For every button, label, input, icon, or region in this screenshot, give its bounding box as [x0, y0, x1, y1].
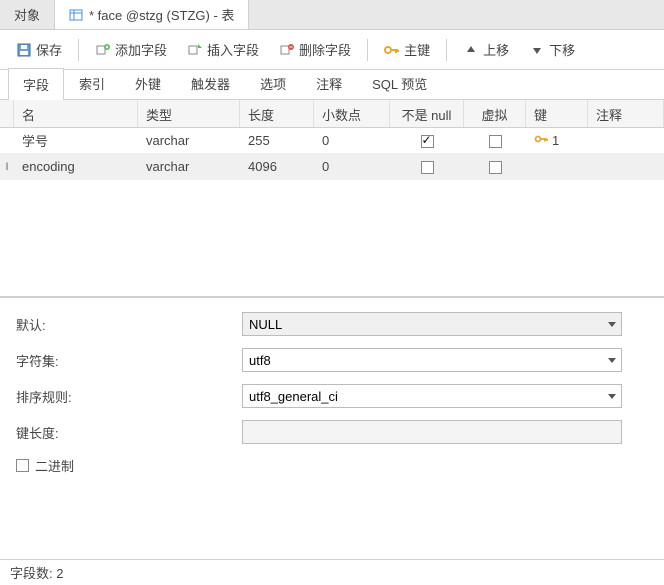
tab-fields[interactable]: 字段 — [8, 68, 64, 100]
binary-checkbox[interactable] — [16, 459, 29, 472]
insert-field-icon — [187, 42, 203, 58]
save-button[interactable]: 保存 — [8, 36, 70, 63]
window-tabs: 对象 * face @stzg (STZG) - 表 — [0, 0, 664, 30]
checkbox-icon — [421, 135, 434, 148]
key-icon — [534, 133, 550, 148]
table-row[interactable]: 学号 varchar 255 0 1 — [0, 128, 664, 154]
checkbox-icon — [421, 161, 434, 174]
arrow-down-icon — [529, 42, 545, 58]
cell-virtual[interactable] — [464, 156, 526, 177]
status-bar: 字段数: 2 — [0, 559, 664, 585]
header-name[interactable]: 名 — [14, 100, 138, 127]
insert-field-label: 插入字段 — [207, 40, 259, 59]
fields-grid: 名 类型 长度 小数点 不是 null 虚拟 键 注释 学号 varchar 2… — [0, 100, 664, 297]
save-label: 保存 — [36, 40, 62, 59]
checkbox-icon — [489, 135, 502, 148]
header-comment[interactable]: 注释 — [588, 100, 664, 127]
tab-sql-preview[interactable]: SQL 预览 — [357, 67, 442, 99]
key-number: 1 — [552, 133, 559, 148]
save-icon — [16, 42, 32, 58]
key-length-label: 键长度: — [16, 423, 242, 442]
move-up-button[interactable]: 上移 — [455, 36, 517, 63]
table-row[interactable]: I encoding varchar 4096 0 — [0, 154, 664, 180]
cell-decimals[interactable]: 0 — [314, 130, 390, 151]
header-marker — [0, 100, 14, 127]
primary-key-label: 主键 — [404, 40, 430, 59]
header-length[interactable]: 长度 — [240, 100, 314, 127]
insert-field-button[interactable]: 插入字段 — [179, 36, 267, 63]
charset-select[interactable] — [242, 348, 622, 372]
charset-label: 字符集: — [16, 351, 242, 370]
detail-tabs: 字段 索引 外键 触发器 选项 注释 SQL 预览 — [0, 70, 664, 100]
tab-triggers-label: 触发器 — [191, 77, 230, 92]
tab-comment[interactable]: 注释 — [301, 67, 357, 99]
cell-length[interactable]: 4096 — [240, 156, 314, 177]
row-marker: I — [0, 161, 14, 173]
move-up-label: 上移 — [483, 40, 509, 59]
header-type[interactable]: 类型 — [138, 100, 240, 127]
default-select[interactable] — [242, 312, 622, 336]
header-virtual[interactable]: 虚拟 — [464, 100, 526, 127]
cell-type[interactable]: varchar — [138, 156, 240, 177]
tab-fields-label: 字段 — [23, 78, 49, 93]
tab-fks[interactable]: 外键 — [120, 67, 176, 99]
toolbar: 保存 添加字段 插入字段 删除字段 主键 上移 下移 — [0, 30, 664, 70]
collation-select[interactable] — [242, 384, 622, 408]
header-key[interactable]: 键 — [526, 100, 588, 127]
field-properties-panel: 默认: 字符集: 排序规则: 键长度: 二进制 — [0, 297, 664, 501]
default-label: 默认: — [16, 315, 242, 334]
move-down-label: 下移 — [549, 40, 575, 59]
tab-triggers[interactable]: 触发器 — [176, 67, 245, 99]
tab-object-label: 对象 — [14, 5, 40, 24]
tab-options-label: 选项 — [260, 77, 286, 92]
add-field-icon — [95, 42, 111, 58]
primary-key-button[interactable]: 主键 — [376, 36, 438, 63]
separator — [367, 39, 368, 61]
collation-label: 排序规则: — [16, 387, 242, 406]
delete-field-icon — [279, 42, 295, 58]
cell-name[interactable]: encoding — [14, 156, 138, 177]
cell-key[interactable] — [526, 164, 588, 170]
cell-name[interactable]: 学号 — [14, 128, 138, 153]
checkbox-icon — [489, 161, 502, 174]
binary-label: 二进制 — [35, 456, 74, 475]
table-icon — [69, 8, 83, 22]
delete-field-label: 删除字段 — [299, 40, 351, 59]
cell-type[interactable]: varchar — [138, 130, 240, 151]
tab-sql-preview-label: SQL 预览 — [372, 77, 427, 92]
tab-indexes-label: 索引 — [79, 77, 105, 92]
field-count: 字段数: 2 — [10, 563, 63, 582]
tab-options[interactable]: 选项 — [245, 67, 301, 99]
separator — [78, 39, 79, 61]
tab-current-table[interactable]: * face @stzg (STZG) - 表 — [55, 0, 249, 29]
cell-length[interactable]: 255 — [240, 130, 314, 151]
tab-object[interactable]: 对象 — [0, 0, 55, 29]
arrow-up-icon — [463, 42, 479, 58]
header-decimals[interactable]: 小数点 — [314, 100, 390, 127]
cell-comment[interactable] — [588, 164, 664, 170]
grid-empty-area[interactable] — [0, 180, 664, 296]
delete-field-button[interactable]: 删除字段 — [271, 36, 359, 63]
cell-decimals[interactable]: 0 — [314, 156, 390, 177]
cell-key[interactable]: 1 — [526, 130, 588, 151]
tab-indexes[interactable]: 索引 — [64, 67, 120, 99]
cell-notnull[interactable] — [390, 156, 464, 177]
cell-virtual[interactable] — [464, 130, 526, 151]
key-length-input[interactable] — [242, 420, 622, 444]
move-down-button[interactable]: 下移 — [521, 36, 583, 63]
cell-comment[interactable] — [588, 138, 664, 144]
cell-notnull[interactable] — [390, 130, 464, 151]
separator — [446, 39, 447, 61]
key-icon — [384, 42, 400, 58]
grid-header: 名 类型 长度 小数点 不是 null 虚拟 键 注释 — [0, 100, 664, 128]
tab-fks-label: 外键 — [135, 77, 161, 92]
add-field-label: 添加字段 — [115, 40, 167, 59]
add-field-button[interactable]: 添加字段 — [87, 36, 175, 63]
tab-comment-label: 注释 — [316, 77, 342, 92]
header-notnull[interactable]: 不是 null — [390, 100, 464, 127]
tab-current-label: * face @stzg (STZG) - 表 — [89, 5, 234, 24]
